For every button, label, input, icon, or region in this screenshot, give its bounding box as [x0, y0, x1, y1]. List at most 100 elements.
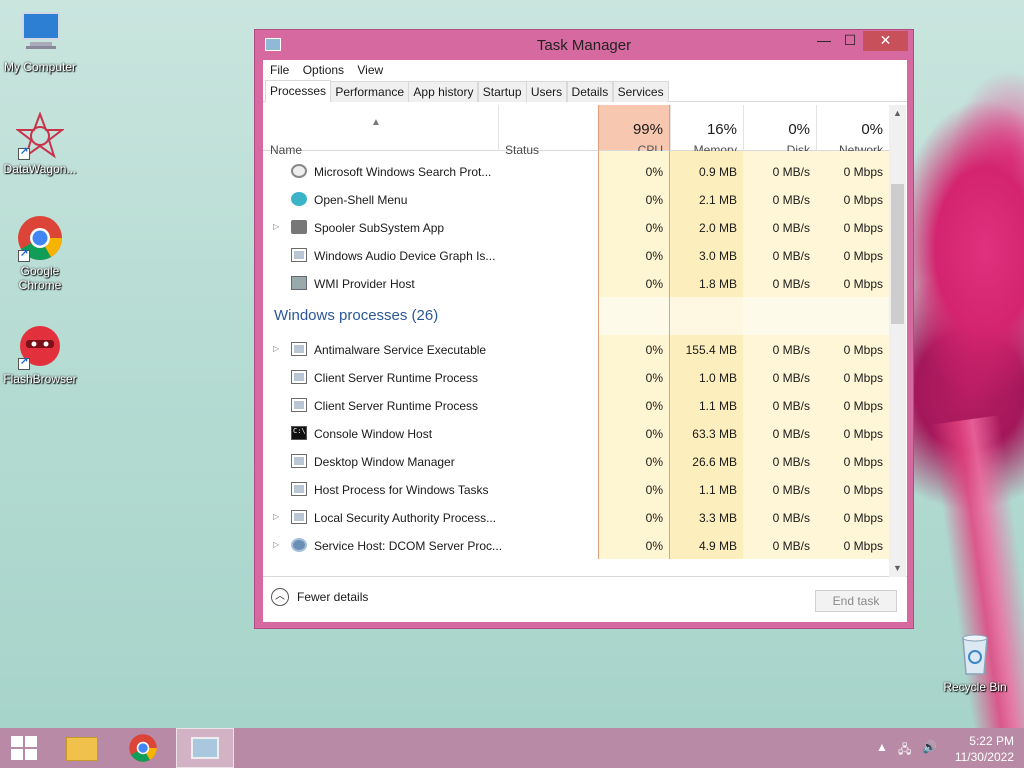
- desktop-icon-recycle-bin[interactable]: Recycle Bin: [935, 630, 1015, 694]
- tab-startup[interactable]: Startup: [477, 81, 527, 102]
- menu-options[interactable]: Options: [298, 60, 349, 80]
- title-bar[interactable]: Task Manager — ☐ ✕: [255, 30, 913, 60]
- network-cell: 0 Mbps: [816, 447, 889, 475]
- clock-date[interactable]: 11/30/2022: [955, 750, 1014, 764]
- column-header-status[interactable]: Status: [498, 105, 598, 157]
- start-button[interactable]: [0, 728, 58, 768]
- maximize-button[interactable]: ☐: [837, 31, 863, 51]
- computer-icon: [16, 10, 64, 58]
- recycle-bin-icon: [951, 630, 999, 678]
- disk-cell: 0 MB/s: [743, 185, 816, 213]
- end-task-button[interactable]: End task: [815, 590, 897, 612]
- menu-file[interactable]: File: [265, 60, 294, 80]
- network-cell: 0 Mbps: [816, 391, 889, 419]
- cpu-cell: 0%: [598, 269, 670, 297]
- table-row[interactable]: ▷ Service Host: DCOM Server Proc... 0% 4.9 …: [263, 531, 889, 559]
- volume-icon[interactable]: 🔊: [922, 740, 937, 754]
- column-header-memory[interactable]: 16% Memory: [670, 105, 743, 157]
- desktop-icon-my-computer[interactable]: My Computer: [0, 10, 80, 74]
- table-row[interactable]: Host Process for Windows Tasks 0% 1.1 MB 0 …: [263, 475, 889, 503]
- table-row[interactable]: Microsoft Windows Search Prot... 0% 0.9 MB…: [263, 157, 889, 185]
- shell-icon: [291, 192, 307, 206]
- disk-cell: 0 MB/s: [743, 241, 816, 269]
- table-row[interactable]: Console Window Host 0%63.3 MB0 MB/s0 Mbps: [263, 419, 889, 447]
- process-name: Microsoft Windows Search Prot...: [314, 165, 492, 179]
- taskbar-task-manager[interactable]: [176, 728, 234, 768]
- network-icon[interactable]: 🖧: [898, 740, 911, 761]
- column-header-name[interactable]: ▲ Name: [263, 105, 498, 157]
- process-icon: [291, 482, 307, 496]
- desktop-icon-flashbrowser[interactable]: FlashBrowser: [0, 322, 80, 386]
- table-row[interactable]: Desktop Window Manager 0% 26.6 MB 0 MB/s 0 M…: [263, 447, 889, 475]
- table-row[interactable]: WMI Provider Host 0% 1.8 MB 0 MB/s 0 Mbps: [263, 269, 889, 297]
- process-name: Windows Audio Device Graph Is...: [314, 249, 496, 263]
- cpu-cell: 0%: [598, 335, 670, 363]
- process-name: Console Window Host: [314, 427, 433, 441]
- column-header-disk[interactable]: 0% Disk: [743, 105, 816, 157]
- process-name: Service Host: DCOM Server Proc...: [314, 539, 503, 553]
- cpu-cell: 0%: [598, 503, 670, 531]
- cpu-cell: 0%: [598, 419, 670, 447]
- clock-time[interactable]: 5:22 PM: [969, 734, 1014, 748]
- network-cell: 0 Mbps: [816, 531, 889, 559]
- process-grid: ▲ Name Status 99% CPU 16% Memory 0% Disk…: [263, 105, 907, 577]
- memory-cell: 26.6 MB: [670, 447, 743, 475]
- memory-cell: 3.3 MB: [670, 503, 743, 531]
- column-header-cpu[interactable]: 99% CPU: [598, 105, 670, 157]
- tab-users[interactable]: Users: [525, 81, 568, 102]
- search-icon: [291, 164, 307, 178]
- vertical-scrollbar[interactable]: ▲ ▼: [889, 105, 906, 577]
- group-header[interactable]: Windows processes (26): [263, 297, 889, 335]
- cpu-cell: 0%: [598, 157, 670, 185]
- table-row[interactable]: Client Server Runtime Process 0% 1.0 MB 0 M…: [263, 363, 889, 391]
- disk-cell: 0 MB/s: [743, 391, 816, 419]
- menu-view[interactable]: View: [352, 60, 388, 80]
- tab-services[interactable]: Services: [612, 81, 669, 102]
- expand-chevron-icon[interactable]: ▷: [273, 344, 279, 353]
- expand-chevron-icon[interactable]: ▷: [273, 222, 279, 231]
- column-header-network[interactable]: 0% Network: [816, 105, 889, 157]
- process-icon: [291, 342, 307, 356]
- process-name: Open-Shell Menu: [314, 193, 408, 207]
- shortcut-arrow-icon: [18, 248, 30, 262]
- table-row[interactable]: Client Server Runtime Process 0% 1.1 MB 0 M…: [263, 391, 889, 419]
- table-row[interactable]: Open-Shell Menu 0% 2.1 MB 0 MB/s 0 Mbps: [263, 185, 889, 213]
- cpu-cell: 0%: [598, 475, 670, 503]
- tab-details[interactable]: Details: [566, 81, 614, 102]
- process-icon: [291, 370, 307, 384]
- minimize-button[interactable]: —: [811, 31, 837, 51]
- menu-bar: File Options View: [263, 60, 907, 80]
- tab-processes[interactable]: Processes: [265, 80, 332, 102]
- desktop-icon-label: Google Chrome: [18, 264, 62, 292]
- desktop-icon-google-chrome[interactable]: Google Chrome: [0, 214, 80, 292]
- table-row[interactable]: ▷ Antimalware Service Executable 0% 155.4 M…: [263, 335, 889, 363]
- desktop-icon-datawagon[interactable]: DataWagon...: [0, 111, 80, 176]
- expand-chevron-icon[interactable]: ▷: [273, 540, 279, 549]
- expand-chevron-icon[interactable]: ▷: [273, 512, 279, 521]
- cpu-cell: 0%: [598, 391, 670, 419]
- close-button[interactable]: ✕: [863, 31, 908, 51]
- footer-bar: ︿ Fewer details End task: [263, 578, 907, 622]
- taskbar-file-explorer[interactable]: [54, 728, 112, 768]
- tab-app-history[interactable]: App history: [408, 81, 479, 102]
- process-name: Local Security Authority Process...: [314, 511, 497, 525]
- tab-performance[interactable]: Performance: [330, 81, 410, 102]
- process-name: Desktop Window Manager: [314, 455, 455, 469]
- taskbar-chrome[interactable]: [116, 728, 174, 768]
- scroll-up-icon[interactable]: ▲: [889, 105, 906, 122]
- memory-cell: 2.1 MB: [670, 185, 743, 213]
- table-row[interactable]: Windows Audio Device Graph Is... 0% 3.0 MB…: [263, 241, 889, 269]
- network-cell: 0 Mbps: [816, 157, 889, 185]
- disk-cell: 0 MB/s: [743, 503, 816, 531]
- chevron-up-icon: ︿: [271, 588, 289, 606]
- scroll-thumb[interactable]: [891, 184, 904, 324]
- printer-icon: [291, 220, 307, 234]
- table-row[interactable]: ▷ Spooler SubSystem App 0% 2.0 MB 0 MB/s 0 Mb…: [263, 213, 889, 241]
- show-hidden-icons[interactable]: ▲: [876, 740, 888, 754]
- disk-cell: 0 MB/s: [743, 213, 816, 241]
- desktop-icon-label: Recycle Bin: [943, 680, 1007, 694]
- memory-cell: 1.1 MB: [670, 391, 743, 419]
- process-name: Client Server Runtime Process: [314, 371, 479, 385]
- scroll-down-icon[interactable]: ▼: [889, 560, 906, 577]
- table-row[interactable]: ▷ Local Security Authority Process... 0% 3.…: [263, 503, 889, 531]
